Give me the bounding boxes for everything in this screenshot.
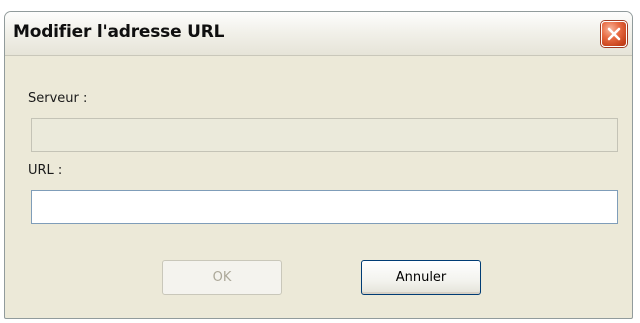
url-label: URL : bbox=[28, 163, 63, 178]
server-field bbox=[31, 118, 618, 152]
url-field[interactable] bbox=[31, 190, 618, 224]
ok-button: OK bbox=[162, 260, 282, 295]
close-button[interactable] bbox=[601, 21, 627, 47]
cancel-button[interactable]: Annuler bbox=[361, 260, 481, 295]
close-icon bbox=[607, 27, 621, 41]
dialog-window: Modifier l'adresse URL Serveur : URL : O… bbox=[4, 11, 633, 319]
title-bar[interactable]: Modifier l'adresse URL bbox=[5, 12, 632, 56]
dialog-title: Modifier l'adresse URL bbox=[13, 22, 225, 42]
server-label: Serveur : bbox=[28, 91, 88, 106]
